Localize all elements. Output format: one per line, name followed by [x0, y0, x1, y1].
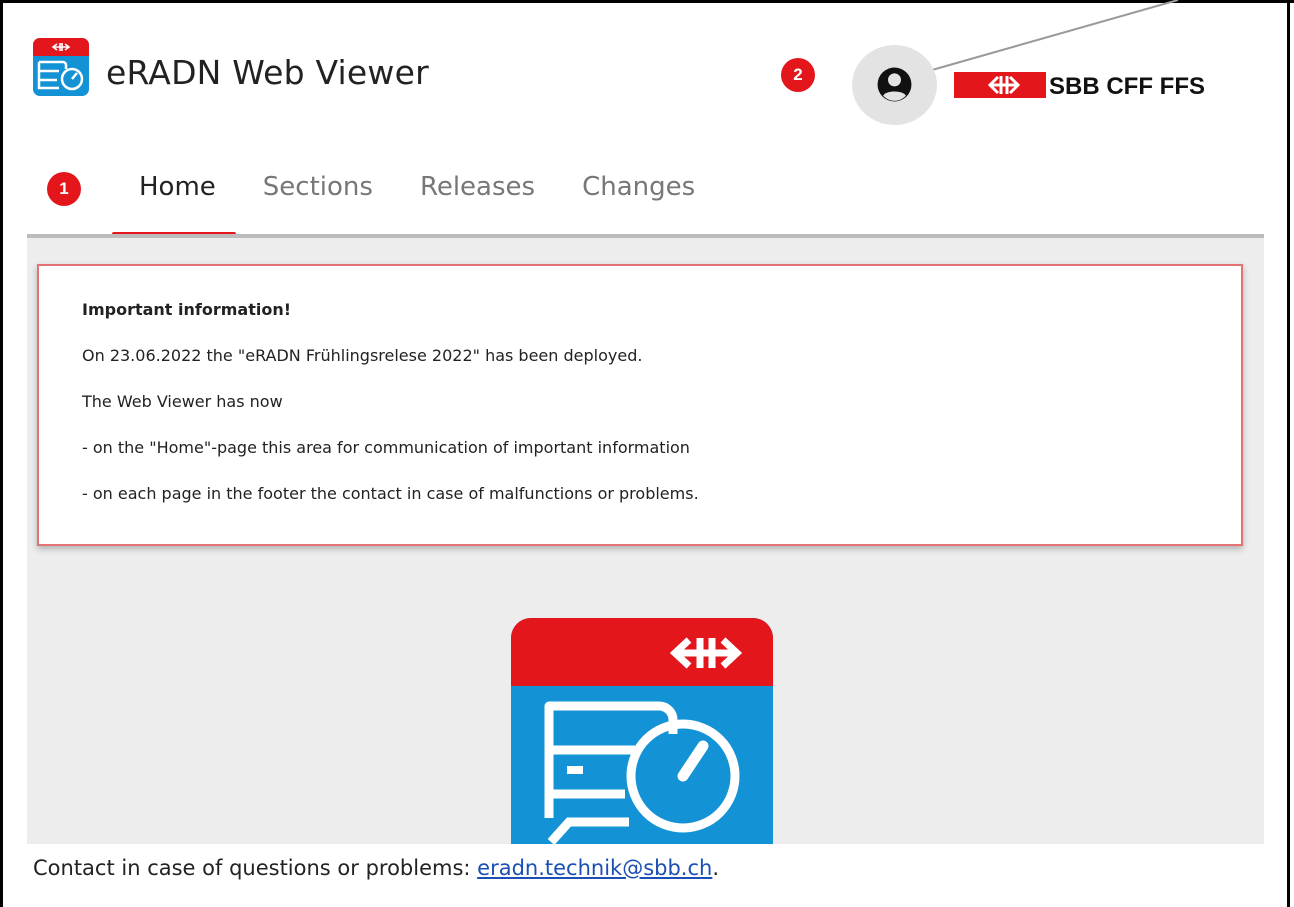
footer-suffix: . — [712, 856, 720, 880]
important-info-panel: Important information! On 23.06.2022 the… — [37, 264, 1243, 546]
info-title: Important information! — [82, 300, 292, 319]
tab-sections[interactable]: Sections — [236, 148, 393, 236]
info-line-footer-contact: - on each page in the footer the contact… — [82, 484, 699, 503]
sbb-pictogram: SBB CFF FFS — [954, 72, 1205, 100]
app-title: eRADN Web Viewer — [106, 53, 429, 92]
sbb-brand-logo: SBB CFF FFS — [954, 69, 1259, 101]
app-header: eRADN Web Viewer 2 SBB CFF FFS — [3, 3, 1287, 148]
home-content: Important information! On 23.06.2022 the… — [27, 238, 1264, 844]
main-navigation: Home Sections Releases Changes — [27, 148, 1264, 240]
info-line-deployed: On 23.06.2022 the "eRADN Frühlingsrelese… — [82, 346, 643, 365]
annotation-badge-1: 1 — [47, 172, 81, 206]
user-account-button[interactable] — [852, 45, 937, 125]
footer-contact: Contact in case of questions or problems… — [33, 856, 719, 880]
info-line-home-area: - on the "Home"-page this area for commu… — [82, 438, 690, 457]
contact-email-link[interactable]: eradn.technik@sbb.ch — [477, 856, 712, 880]
tab-home[interactable]: Home — [112, 148, 236, 236]
tab-changes[interactable]: Changes — [555, 148, 715, 236]
nav-tabs: Home Sections Releases Changes — [112, 148, 715, 236]
footer-text: Contact in case of questions or problems… — [33, 856, 478, 880]
sbb-brand-text: SBB CFF FFS — [1049, 73, 1205, 100]
eradn-app-logo[interactable] — [33, 38, 89, 96]
tab-releases[interactable]: Releases — [393, 148, 555, 236]
annotation-badge-2: 2 — [781, 58, 815, 92]
account-circle-icon — [877, 67, 912, 102]
eradn-large-logo — [511, 618, 773, 844]
info-line-intro: The Web Viewer has now — [82, 392, 283, 411]
